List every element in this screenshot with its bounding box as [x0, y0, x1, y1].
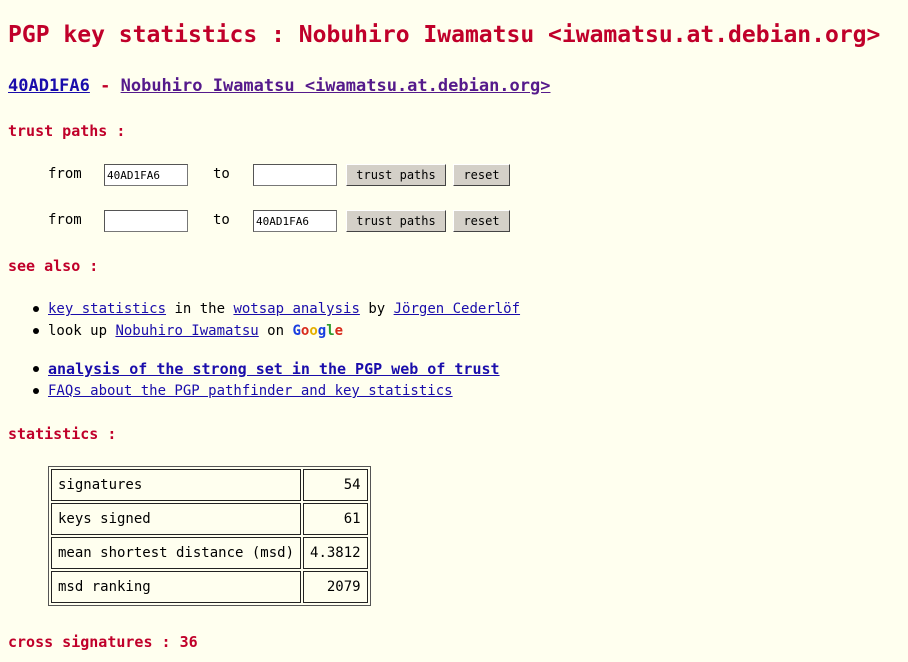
list-item: FAQs about the PGP pathfinder and key st…: [30, 380, 500, 402]
google-logo[interactable]: Google: [292, 323, 343, 339]
stat-value: 2079: [303, 571, 368, 603]
key-statistics-link[interactable]: key statistics: [48, 301, 166, 317]
stat-label: mean shortest distance (msd): [51, 537, 302, 569]
key-name-link[interactable]: Nobuhiro Iwamatsu <iwamatsu.at.debian.or…: [121, 76, 551, 96]
table-row: mean shortest distance (msd) 4.3812: [51, 537, 368, 569]
author-link[interactable]: Jörgen Cederlöf: [394, 301, 520, 317]
cross-signatures-heading: cross signatures : 36: [8, 633, 198, 651]
lookup-name-link[interactable]: Nobuhiro Iwamatsu: [115, 323, 258, 339]
table-row: keys signed 61: [51, 503, 368, 535]
stat-label: signatures: [51, 469, 302, 501]
key-separator: -: [89, 76, 121, 96]
faq-link[interactable]: FAQs about the PGP pathfinder and key st…: [48, 383, 453, 399]
stat-value: 54: [303, 469, 368, 501]
list-item: look up Nobuhiro Iwamatsu on Google: [30, 320, 520, 342]
see-also-list-1: key statistics in the wotsap analysis by…: [30, 298, 520, 342]
bullet-icon: [33, 328, 39, 334]
key-header: 40AD1FA6 - Nobuhiro Iwamatsu <iwamatsu.a…: [8, 76, 550, 96]
wotsap-analysis-link[interactable]: wotsap analysis: [233, 301, 359, 317]
trust-paths-heading: trust paths :: [8, 122, 126, 140]
see-also-heading: see also :: [8, 257, 99, 275]
bullet-icon: [33, 388, 39, 394]
page-title: PGP key statistics : Nobuhiro Iwamatsu <…: [8, 22, 881, 48]
from-label: from: [48, 166, 82, 182]
see-also-list-2: analysis of the strong set in the PGP we…: [30, 358, 500, 402]
statistics-heading: statistics :: [8, 425, 117, 443]
list-text: in the: [166, 301, 234, 317]
list-text: by: [359, 301, 394, 317]
strong-set-analysis-link[interactable]: analysis of the strong set in the PGP we…: [48, 360, 500, 378]
bullet-icon: [33, 306, 39, 312]
to-label: to: [213, 166, 230, 182]
statistics-table: signatures 54 keys signed 61 mean shorte…: [48, 466, 371, 606]
list-text: look up: [48, 323, 116, 339]
to-input[interactable]: [253, 164, 337, 186]
list-text: on: [258, 323, 293, 339]
stat-label: msd ranking: [51, 571, 302, 603]
table-row: msd ranking 2079: [51, 571, 368, 603]
key-id-link[interactable]: 40AD1FA6: [8, 76, 90, 96]
stat-label: keys signed: [51, 503, 302, 535]
from-label: from: [48, 212, 82, 228]
reset-button[interactable]: reset: [453, 210, 510, 232]
to-label: to: [213, 212, 230, 228]
trust-paths-button[interactable]: trust paths: [346, 164, 446, 186]
to-input[interactable]: [253, 210, 337, 232]
stat-value: 61: [303, 503, 368, 535]
trust-paths-button[interactable]: trust paths: [346, 210, 446, 232]
bullet-icon: [33, 366, 39, 372]
stat-value: 4.3812: [303, 537, 368, 569]
reset-button[interactable]: reset: [453, 164, 510, 186]
list-item: analysis of the strong set in the PGP we…: [30, 358, 500, 380]
list-item: key statistics in the wotsap analysis by…: [30, 298, 520, 320]
from-input[interactable]: [104, 210, 188, 232]
from-input[interactable]: [104, 164, 188, 186]
table-row: signatures 54: [51, 469, 368, 501]
